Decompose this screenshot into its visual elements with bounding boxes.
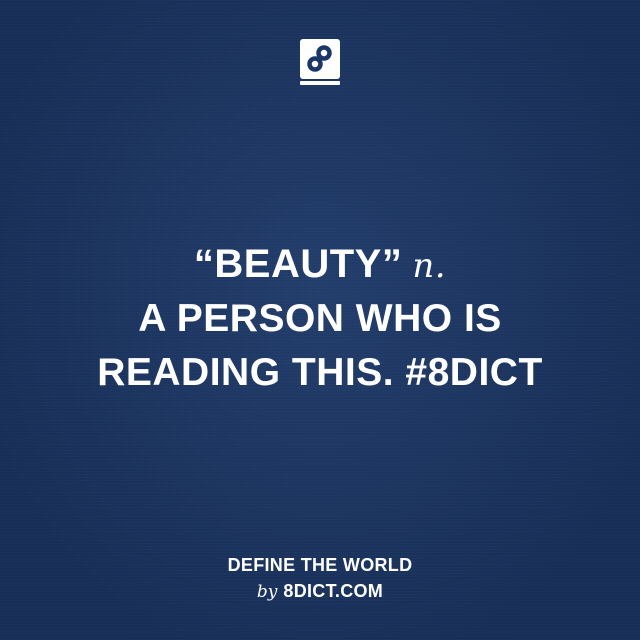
definition-card: “BEAUTY” n. A PERSON WHO IS READING THIS.…	[0, 0, 640, 640]
site-name: 8DICT.COM	[283, 581, 384, 601]
definition-line-2: READING THIS. #8DICT	[97, 351, 543, 394]
tagline: DEFINE THE WORLD	[227, 555, 413, 575]
8dict-logo-icon	[299, 38, 341, 87]
part-of-speech: n.	[412, 246, 447, 286]
definition-block: “BEAUTY” n. A PERSON WHO IS READING THIS.…	[0, 236, 640, 400]
definition-line-1: A PERSON WHO IS	[138, 297, 502, 340]
byline: by 8DICT.COM	[0, 578, 640, 605]
by-label: by	[256, 582, 278, 602]
headword: “BEAUTY”	[193, 242, 403, 286]
headword-line: “BEAUTY” n.	[0, 236, 640, 292]
footer: DEFINE THE WORLD by 8DICT.COM	[0, 552, 640, 605]
